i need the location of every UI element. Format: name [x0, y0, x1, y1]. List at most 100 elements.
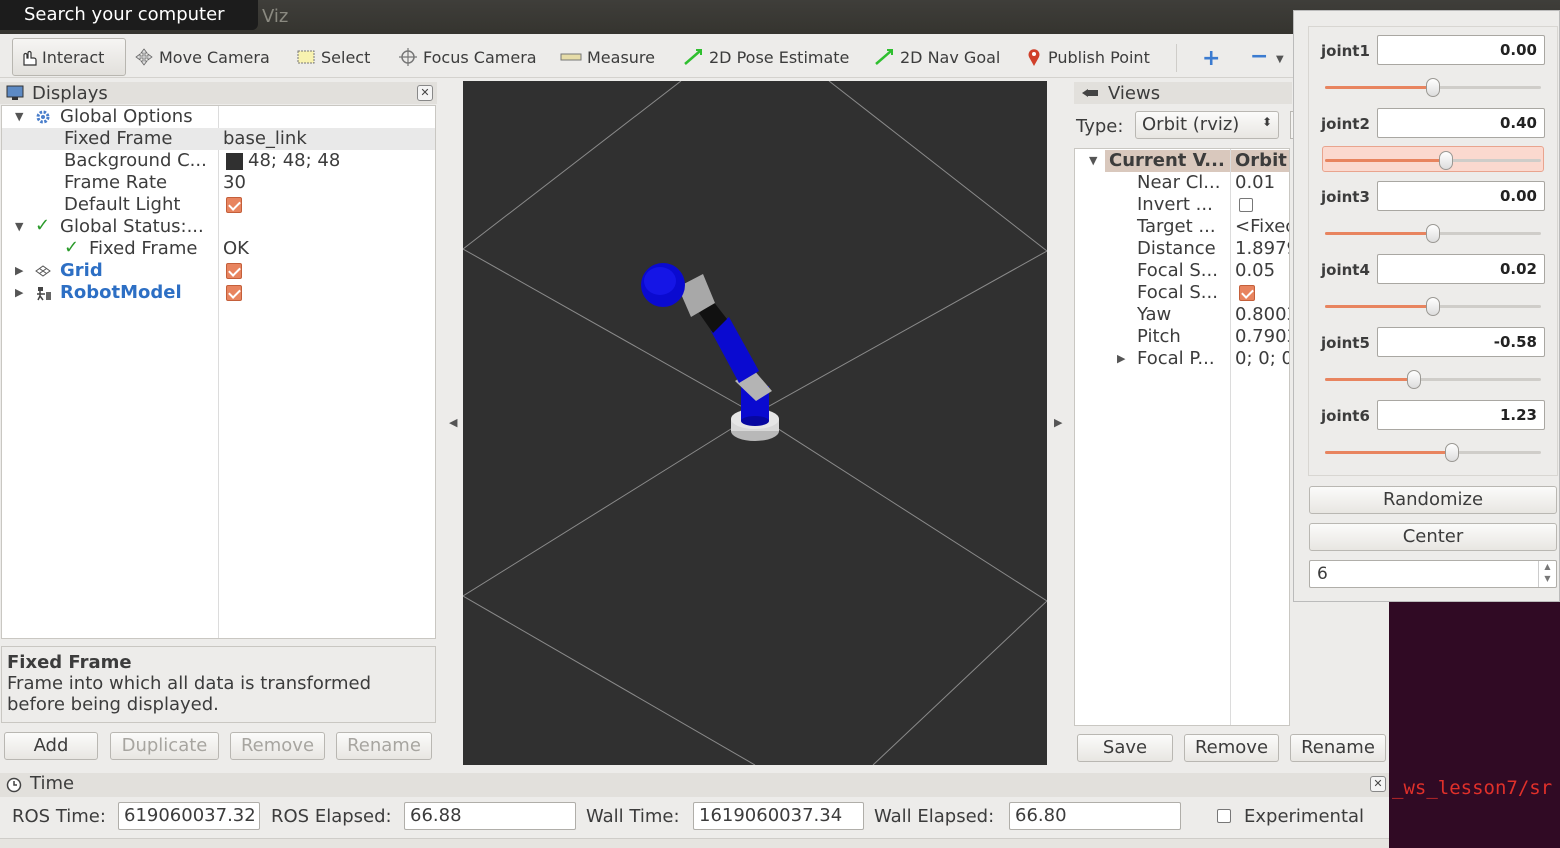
- robot-icon: [37, 287, 51, 301]
- yaw-value[interactable]: 0.8003: [1235, 304, 1289, 325]
- tool-menu-chevron-icon[interactable]: ▼: [1276, 54, 1284, 65]
- wall-time-field[interactable]: 1619060037.34: [693, 802, 864, 830]
- tree-row-grid[interactable]: ▶ Grid: [2, 260, 435, 282]
- views-row[interactable]: Invert ...: [1075, 194, 1289, 216]
- select-tool-button[interactable]: Select: [292, 38, 374, 76]
- default-light-checkbox[interactable]: [226, 197, 242, 213]
- views-row[interactable]: Pitch 0.7903: [1075, 326, 1289, 348]
- tree-row-global-options[interactable]: ▼ Global Options: [2, 106, 435, 128]
- joint5-value-field[interactable]: -0.58: [1377, 327, 1545, 357]
- focal-shape-fixed-checkbox[interactable]: [1239, 285, 1255, 301]
- joint4-slider[interactable]: [1325, 297, 1541, 316]
- randomize-button[interactable]: Randomize: [1309, 486, 1557, 514]
- target-frame-value[interactable]: <Fixec: [1235, 216, 1289, 237]
- ros-time-field[interactable]: 619060037.32: [118, 802, 260, 830]
- near-clip-value[interactable]: 0.01: [1235, 172, 1275, 193]
- joint1-slider[interactable]: [1325, 78, 1541, 97]
- focal-shape-fixed-label: Focal S...: [1137, 282, 1218, 303]
- views-row-current-view[interactable]: ▼ Current V... Orbit: [1075, 150, 1289, 172]
- views-row[interactable]: Near Cl... 0.01: [1075, 172, 1289, 194]
- tree-row-fixed-frame[interactable]: Fixed Frame base_link: [2, 128, 435, 150]
- invert-checkbox[interactable]: [1239, 198, 1253, 212]
- joint5-slider[interactable]: [1325, 370, 1541, 389]
- view-type-select[interactable]: Orbit (rviz) ⬍: [1135, 111, 1279, 139]
- views-row[interactable]: Focal S...: [1075, 282, 1289, 304]
- publish-point-tool-button[interactable]: Publish Point: [1021, 38, 1154, 76]
- spin-arrows-icon[interactable]: ▲ ▼: [1538, 561, 1556, 587]
- joint-count-spinbox[interactable]: 6 ▲ ▼: [1309, 560, 1557, 588]
- measure-tool-button[interactable]: Measure: [556, 38, 659, 76]
- center-button[interactable]: Center: [1309, 523, 1557, 551]
- joint4-value-field[interactable]: 0.02: [1377, 254, 1545, 284]
- tree-row-robot-model[interactable]: ▶ RobotModel: [2, 282, 435, 304]
- grid-checkbox[interactable]: [226, 263, 242, 279]
- joint6-value-field[interactable]: 1.23: [1377, 400, 1545, 430]
- expand-arrow-icon[interactable]: ▼: [1089, 154, 1097, 167]
- tree-row-global-status[interactable]: ▼ ✓ Global Status:...: [2, 215, 435, 238]
- frame-rate-value[interactable]: 30: [223, 172, 246, 193]
- slider-handle[interactable]: [1445, 443, 1459, 462]
- collapse-arrow-icon[interactable]: ▶: [15, 286, 23, 299]
- duplicate-display-button[interactable]: Duplicate: [110, 732, 219, 760]
- ros-elapsed-field[interactable]: 66.88: [404, 802, 576, 830]
- joint3-slider[interactable]: [1325, 224, 1541, 243]
- displays-close-icon[interactable]: ✕: [417, 85, 433, 101]
- 3d-render-view[interactable]: [463, 81, 1047, 765]
- slider-handle[interactable]: [1407, 370, 1421, 389]
- expand-arrow-icon[interactable]: ▼: [15, 220, 23, 233]
- move-camera-tool-button[interactable]: Move Camera: [130, 38, 274, 76]
- right-splitter-arrow-icon[interactable]: ▶: [1054, 416, 1062, 429]
- views-row[interactable]: Focal S... 0.05: [1075, 260, 1289, 282]
- focal-shape-size-value[interactable]: 0.05: [1235, 260, 1275, 281]
- slider-handle[interactable]: [1426, 297, 1440, 316]
- joint1-value-field[interactable]: 0.00: [1377, 35, 1545, 65]
- pose-estimate-tool-button[interactable]: 2D Pose Estimate: [678, 38, 853, 76]
- distance-value[interactable]: 1.8979: [1235, 238, 1289, 259]
- views-row[interactable]: Distance 1.8979: [1075, 238, 1289, 260]
- focal-point-value[interactable]: 0; 0; 0: [1235, 348, 1289, 369]
- background-color-value[interactable]: 48; 48; 48: [248, 150, 340, 171]
- expand-arrow-icon[interactable]: ▼: [15, 110, 23, 123]
- slider-handle[interactable]: [1426, 224, 1440, 243]
- joint2-slider[interactable]: [1325, 151, 1541, 170]
- nav-goal-tool-button[interactable]: 2D Nav Goal: [869, 38, 1004, 76]
- tree-row-frame-rate[interactable]: Frame Rate 30: [2, 172, 435, 194]
- remove-view-button[interactable]: Remove: [1184, 734, 1279, 762]
- tree-row-status-fixed-frame[interactable]: ✓ Fixed Frame OK: [2, 237, 435, 260]
- collapse-arrow-icon[interactable]: ▶: [15, 264, 23, 277]
- tree-row-default-light[interactable]: Default Light: [2, 194, 435, 216]
- robot-arm: [641, 263, 779, 441]
- views-row[interactable]: ▶ Focal P... 0; 0; 0: [1075, 348, 1289, 370]
- experimental-checkbox[interactable]: [1217, 809, 1231, 823]
- collapse-arrow-icon[interactable]: ▶: [1117, 352, 1125, 365]
- slider-fill: [1325, 378, 1414, 381]
- add-tool-icon[interactable]: +: [1202, 46, 1220, 71]
- joint3-label: joint3: [1321, 188, 1370, 206]
- rename-display-button[interactable]: Rename: [336, 732, 432, 760]
- robot-model-checkbox[interactable]: [226, 285, 242, 301]
- rename-view-button[interactable]: Rename: [1290, 734, 1386, 762]
- wall-elapsed-field[interactable]: 66.80: [1009, 802, 1181, 830]
- remove-tool-icon[interactable]: −: [1250, 44, 1268, 69]
- joint6-slider[interactable]: [1325, 443, 1541, 462]
- joint3-value-field[interactable]: 0.00: [1377, 181, 1545, 211]
- time-close-icon[interactable]: ✕: [1370, 776, 1386, 792]
- focus-camera-tool-button[interactable]: Focus Camera: [394, 38, 541, 76]
- terminal-background: [1389, 602, 1560, 848]
- slider-handle[interactable]: [1439, 151, 1453, 170]
- add-display-button[interactable]: Add: [4, 732, 98, 760]
- joint2-value-field[interactable]: 0.40: [1377, 108, 1545, 138]
- save-view-button[interactable]: Save: [1077, 734, 1173, 762]
- color-swatch[interactable]: [226, 153, 243, 170]
- views-row[interactable]: Yaw 0.8003: [1075, 304, 1289, 326]
- interact-tool-button[interactable]: Interact: [12, 38, 126, 76]
- remove-display-button[interactable]: Remove: [230, 732, 325, 760]
- views-row[interactable]: Target ... <Fixec: [1075, 216, 1289, 238]
- distance-label: Distance: [1137, 238, 1216, 259]
- pitch-value[interactable]: 0.7903: [1235, 326, 1289, 347]
- fixed-frame-value[interactable]: base_link: [223, 128, 307, 149]
- nav-goal-label: 2D Nav Goal: [900, 47, 1001, 67]
- tree-row-background-color[interactable]: Background C... 48; 48; 48: [2, 150, 435, 172]
- slider-handle[interactable]: [1426, 78, 1440, 97]
- left-splitter-arrow-icon[interactable]: ◀: [449, 416, 457, 429]
